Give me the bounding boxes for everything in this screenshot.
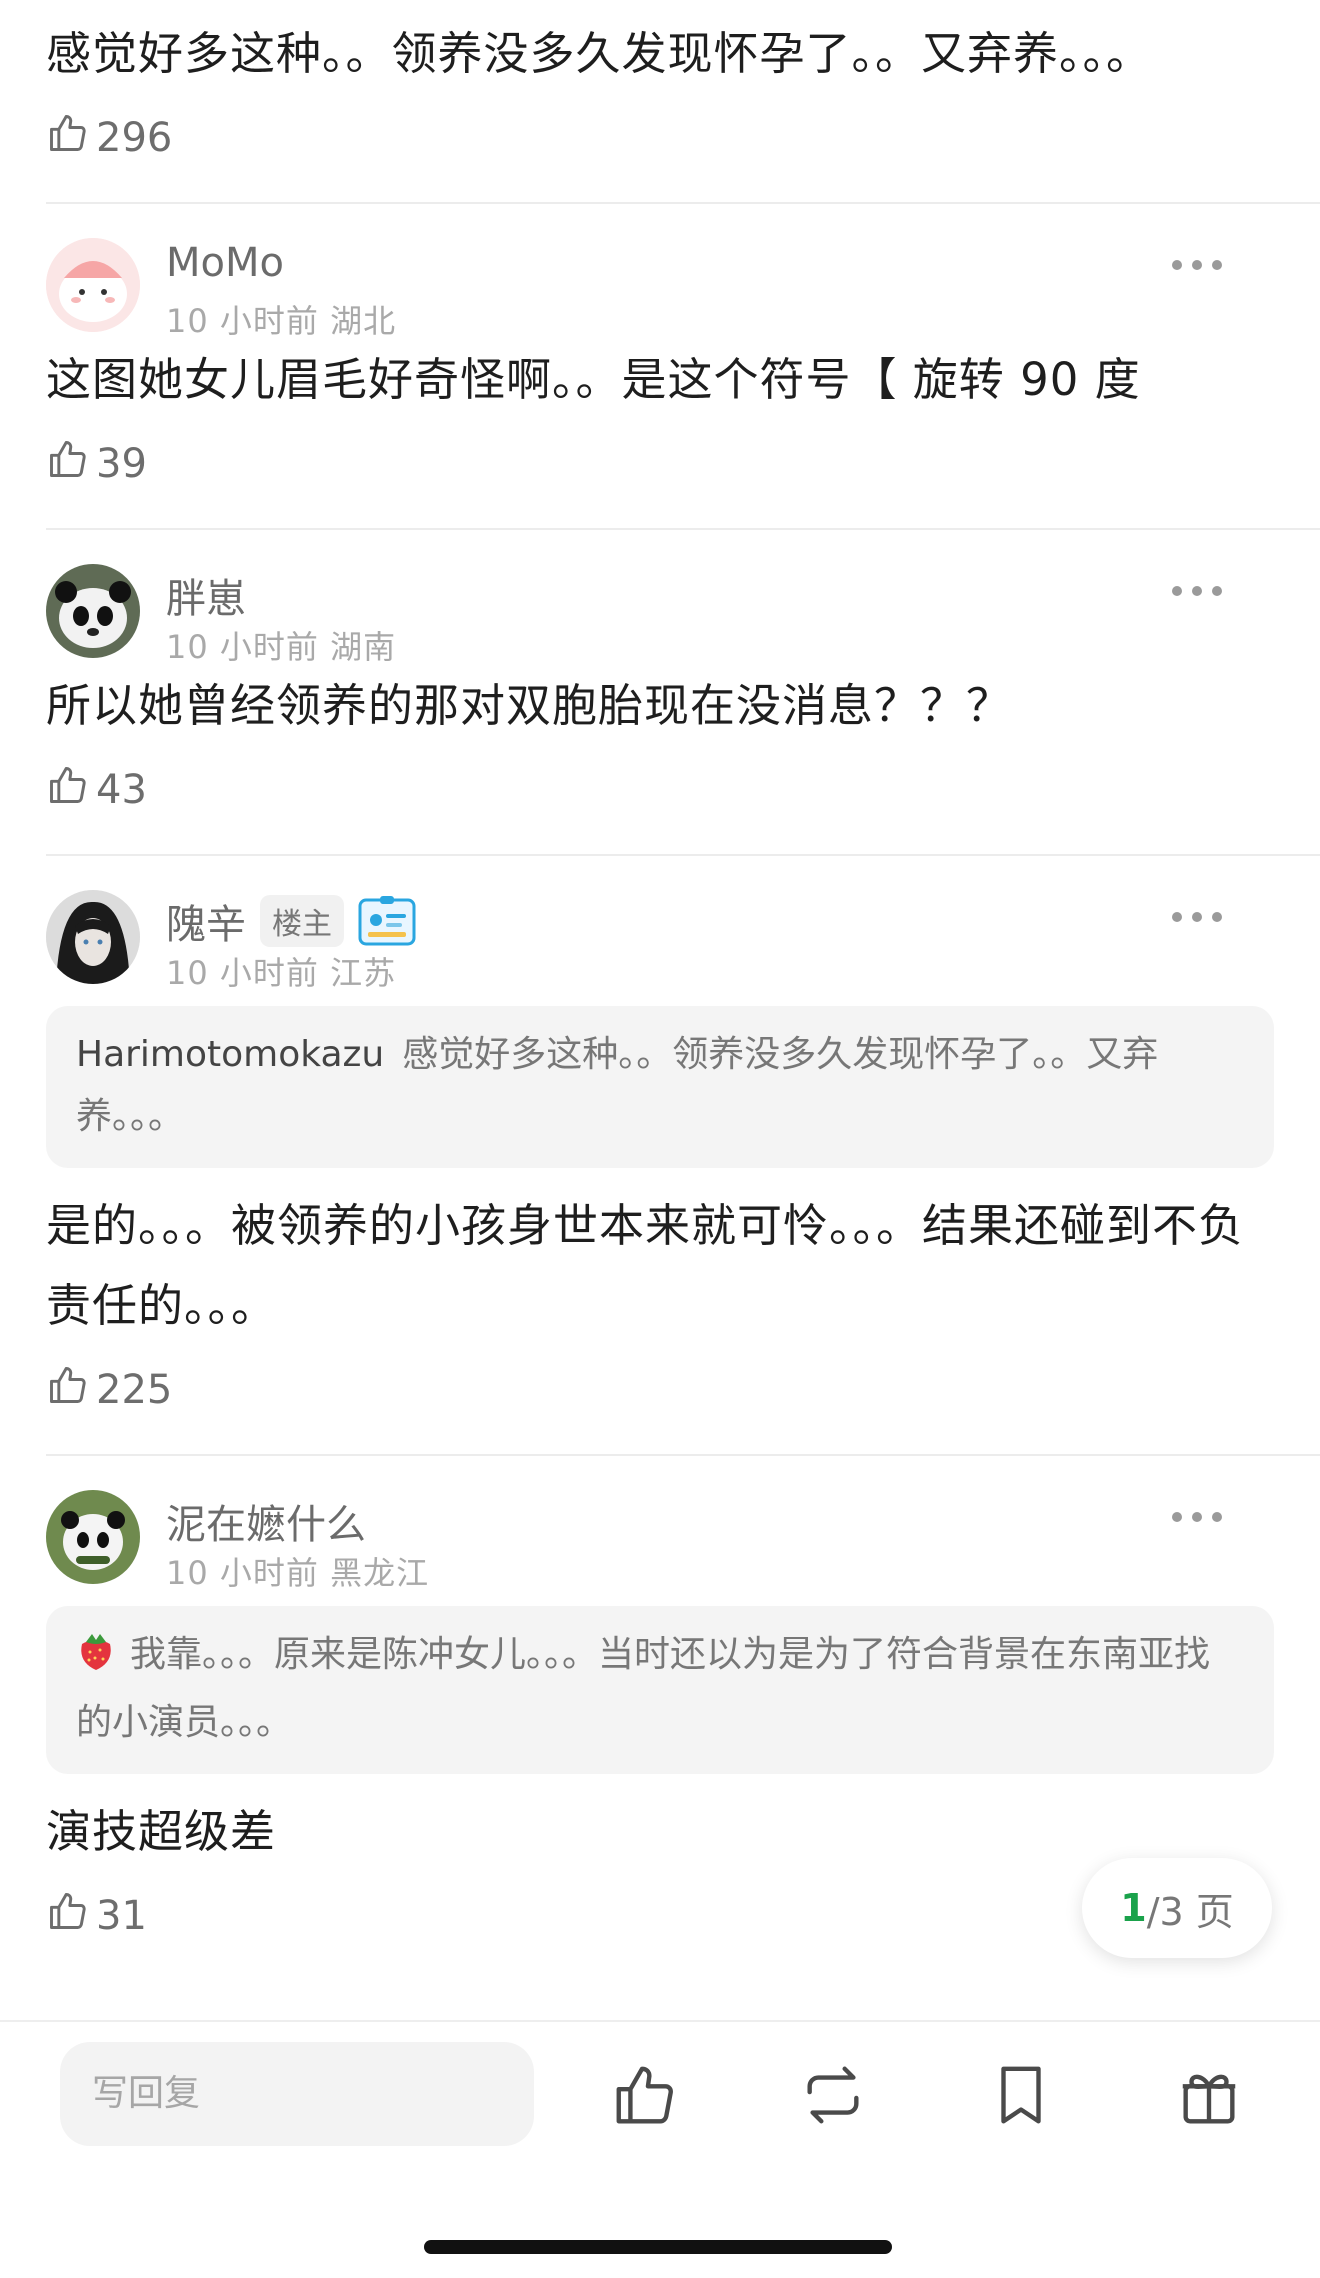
comment-text: 所以她曾经领养的那对双胞胎现在没消息？？？	[46, 679, 1013, 732]
like-button[interactable]: 296	[46, 108, 1274, 168]
avatar[interactable]	[46, 564, 140, 658]
username[interactable]: 胖崽	[166, 566, 246, 624]
comment-meta: 10 小时前 江苏	[166, 948, 396, 994]
comment-time: 10 小时前	[166, 302, 319, 340]
comment-time: 10 小时前	[166, 1554, 319, 1592]
comment-time: 10 小时前	[166, 628, 319, 666]
quoted-username[interactable]: Harimotomokazu	[76, 1034, 384, 1075]
quoted-text: 我靠。。。原来是陈冲女儿。。。当时还以为是为了符合背景在东南亚找的小演员。。。	[76, 1634, 1211, 1743]
comment-text: 是的。。。被领养的小孩身世本来就可怜。。。结果还碰到不负责任的。。。	[46, 1199, 1245, 1332]
id-card-icon	[358, 896, 416, 946]
comment-item: 隗辛 楼主 10 小时前 江苏 Harimotomokazu 感觉好多这种。。领…	[0, 856, 1320, 1420]
like-button[interactable]: 39	[46, 434, 1274, 494]
avatar[interactable]	[46, 890, 140, 984]
more-icon[interactable]	[1172, 260, 1222, 270]
like-icon	[46, 763, 90, 817]
reply-input[interactable]: 写回复	[60, 2042, 534, 2146]
like-count: 31	[96, 1893, 147, 1939]
comment-meta: 10 小时前 湖北	[166, 296, 396, 342]
username[interactable]: 泥在嬷什么	[166, 1492, 366, 1550]
strawberry-icon	[76, 1628, 116, 1692]
avatar[interactable]	[46, 1490, 140, 1584]
comment-item: MoMo 10 小时前 湖北 这图她女儿眉毛好奇怪啊。。是这个符号【 旋转 90…	[0, 204, 1320, 494]
like-count: 225	[96, 1367, 173, 1413]
username[interactable]: 隗辛	[166, 892, 246, 950]
comment-location: 湖南	[330, 628, 397, 666]
more-icon[interactable]	[1172, 586, 1222, 596]
home-indicator[interactable]	[424, 2240, 892, 2254]
comment-meta: 10 小时前 黑龙江	[166, 1548, 429, 1594]
comment-time: 10 小时前	[166, 954, 319, 992]
comment-location: 黑龙江	[330, 1554, 430, 1592]
comment-text: 这图她女儿眉毛好奇怪啊。。是这个符号【 旋转 90 度	[46, 353, 1141, 406]
comment-location: 江苏	[330, 954, 397, 992]
op-badge: 楼主	[260, 895, 344, 947]
comment-feed: 感觉好多这种。。领养没多久发现怀孕了。。又弃养。。。 296 MoMo 10 小…	[0, 0, 1320, 2020]
comment-meta: 10 小时前 湖南	[166, 622, 396, 668]
comment-text: 感觉好多这种。。领养没多久发现怀孕了。。又弃养。。。	[46, 27, 1153, 80]
like-count: 296	[96, 115, 173, 161]
quoted-comment[interactable]: 我靠。。。原来是陈冲女儿。。。当时还以为是为了符合背景在东南亚找的小演员。。。	[46, 1606, 1274, 1774]
username[interactable]: MoMo	[166, 240, 284, 286]
current-page: 1	[1120, 1886, 1147, 1930]
bottom-bar: 写回复	[0, 2020, 1320, 2278]
gift-icon[interactable]	[1174, 2060, 1244, 2130]
repost-icon[interactable]	[798, 2060, 868, 2130]
comment-item: 感觉好多这种。。领养没多久发现怀孕了。。又弃养。。。 296	[0, 0, 1320, 168]
quoted-comment[interactable]: Harimotomokazu 感觉好多这种。。领养没多久发现怀孕了。。又弃养。。。	[46, 1006, 1274, 1168]
page-indicator[interactable]: 1/3 页	[1082, 1858, 1272, 1958]
more-icon[interactable]	[1172, 1512, 1222, 1522]
comment-item: 胖崽 10 小时前 湖南 所以她曾经领养的那对双胞胎现在没消息？？？ 43	[0, 530, 1320, 820]
thumb-up-icon[interactable]	[610, 2060, 680, 2130]
like-button[interactable]: 43	[46, 760, 1274, 820]
more-icon[interactable]	[1172, 912, 1222, 922]
like-icon	[46, 1363, 90, 1417]
total-pages: /3 页	[1146, 1889, 1234, 1934]
like-icon	[46, 437, 90, 491]
avatar[interactable]	[46, 238, 140, 332]
comment-location: 湖北	[330, 302, 397, 340]
bookmark-icon[interactable]	[986, 2060, 1056, 2130]
like-icon	[46, 111, 90, 165]
comment-text: 演技超级差	[46, 1805, 277, 1858]
like-icon	[46, 1889, 90, 1943]
like-count: 43	[96, 767, 147, 813]
like-button[interactable]: 225	[46, 1360, 1274, 1420]
like-count: 39	[96, 441, 147, 487]
